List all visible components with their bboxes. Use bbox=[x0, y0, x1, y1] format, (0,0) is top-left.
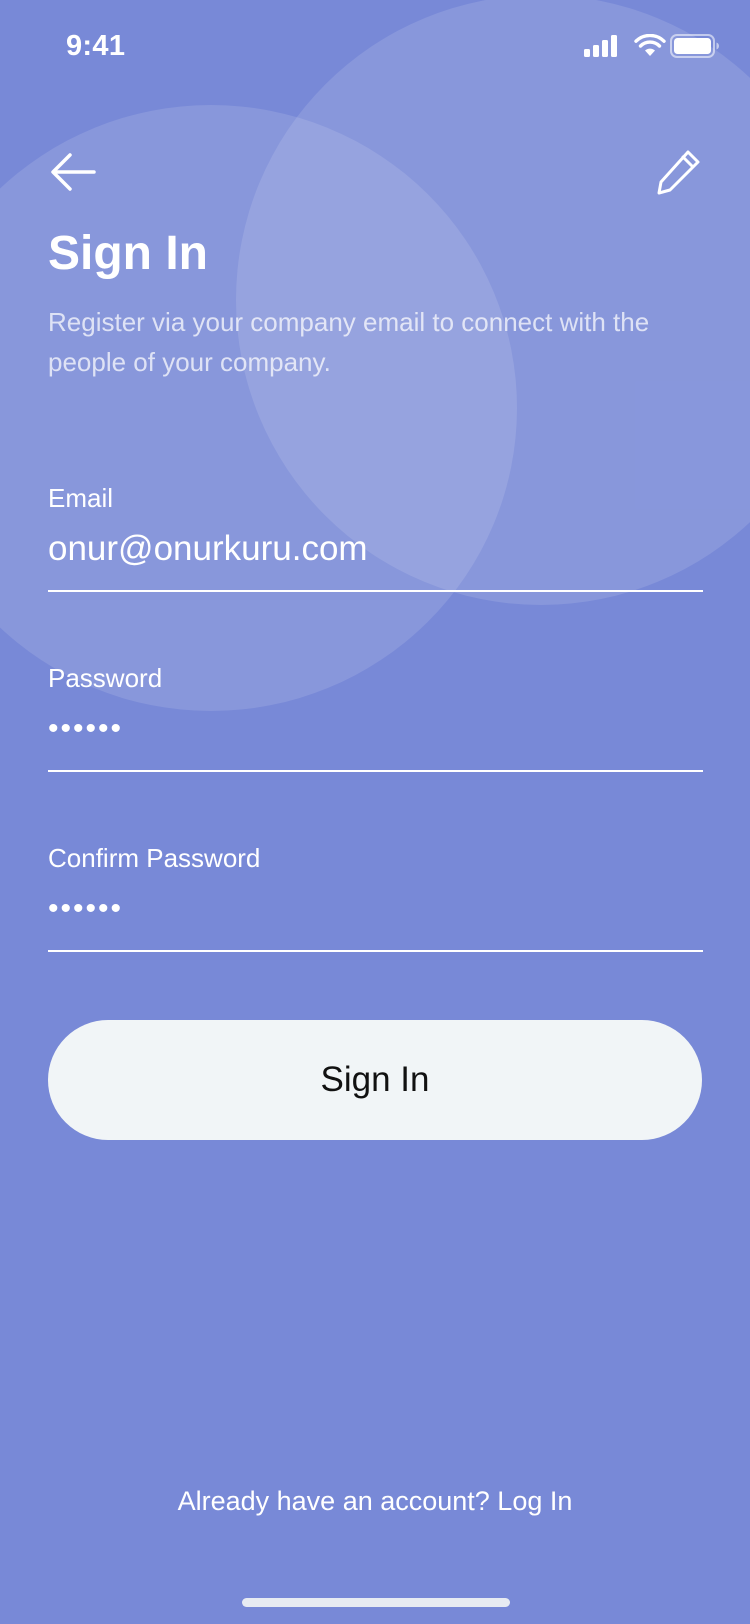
status-time: 9:41 bbox=[66, 30, 126, 62]
login-link[interactable]: Already have an account? Log In bbox=[0, 1486, 750, 1517]
password-input[interactable] bbox=[48, 701, 703, 757]
confirm-password-label: Confirm Password bbox=[48, 843, 261, 873]
sign-in-button[interactable]: Sign In bbox=[48, 1020, 702, 1140]
wifi-icon bbox=[634, 34, 666, 56]
edit-button[interactable] bbox=[656, 148, 702, 196]
arrow-left-icon bbox=[51, 153, 96, 191]
email-input[interactable] bbox=[48, 521, 703, 577]
page-title: Sign In bbox=[48, 227, 208, 280]
status-icons bbox=[584, 34, 720, 58]
home-indicator bbox=[242, 1598, 510, 1607]
confirm-password-input[interactable] bbox=[48, 881, 703, 937]
password-label: Password bbox=[48, 663, 163, 693]
confirm-password-field-group: Confirm Password bbox=[48, 843, 703, 963]
email-field-group: Email bbox=[48, 483, 703, 603]
page-subtitle: Register via your company email to conne… bbox=[48, 307, 650, 377]
back-button[interactable] bbox=[48, 150, 98, 194]
password-field-group: Password bbox=[48, 663, 703, 783]
email-label: Email bbox=[48, 483, 114, 513]
sign-in-screen: 9:41 Sign In Register via your company e… bbox=[0, 0, 750, 1624]
battery-icon bbox=[670, 34, 719, 58]
confirm-password-underline bbox=[48, 950, 703, 952]
signal-icon bbox=[584, 35, 617, 57]
password-underline bbox=[48, 770, 703, 772]
pencil-icon bbox=[657, 150, 700, 195]
email-underline bbox=[48, 590, 703, 592]
status-bar: 9:41 bbox=[0, 0, 750, 92]
